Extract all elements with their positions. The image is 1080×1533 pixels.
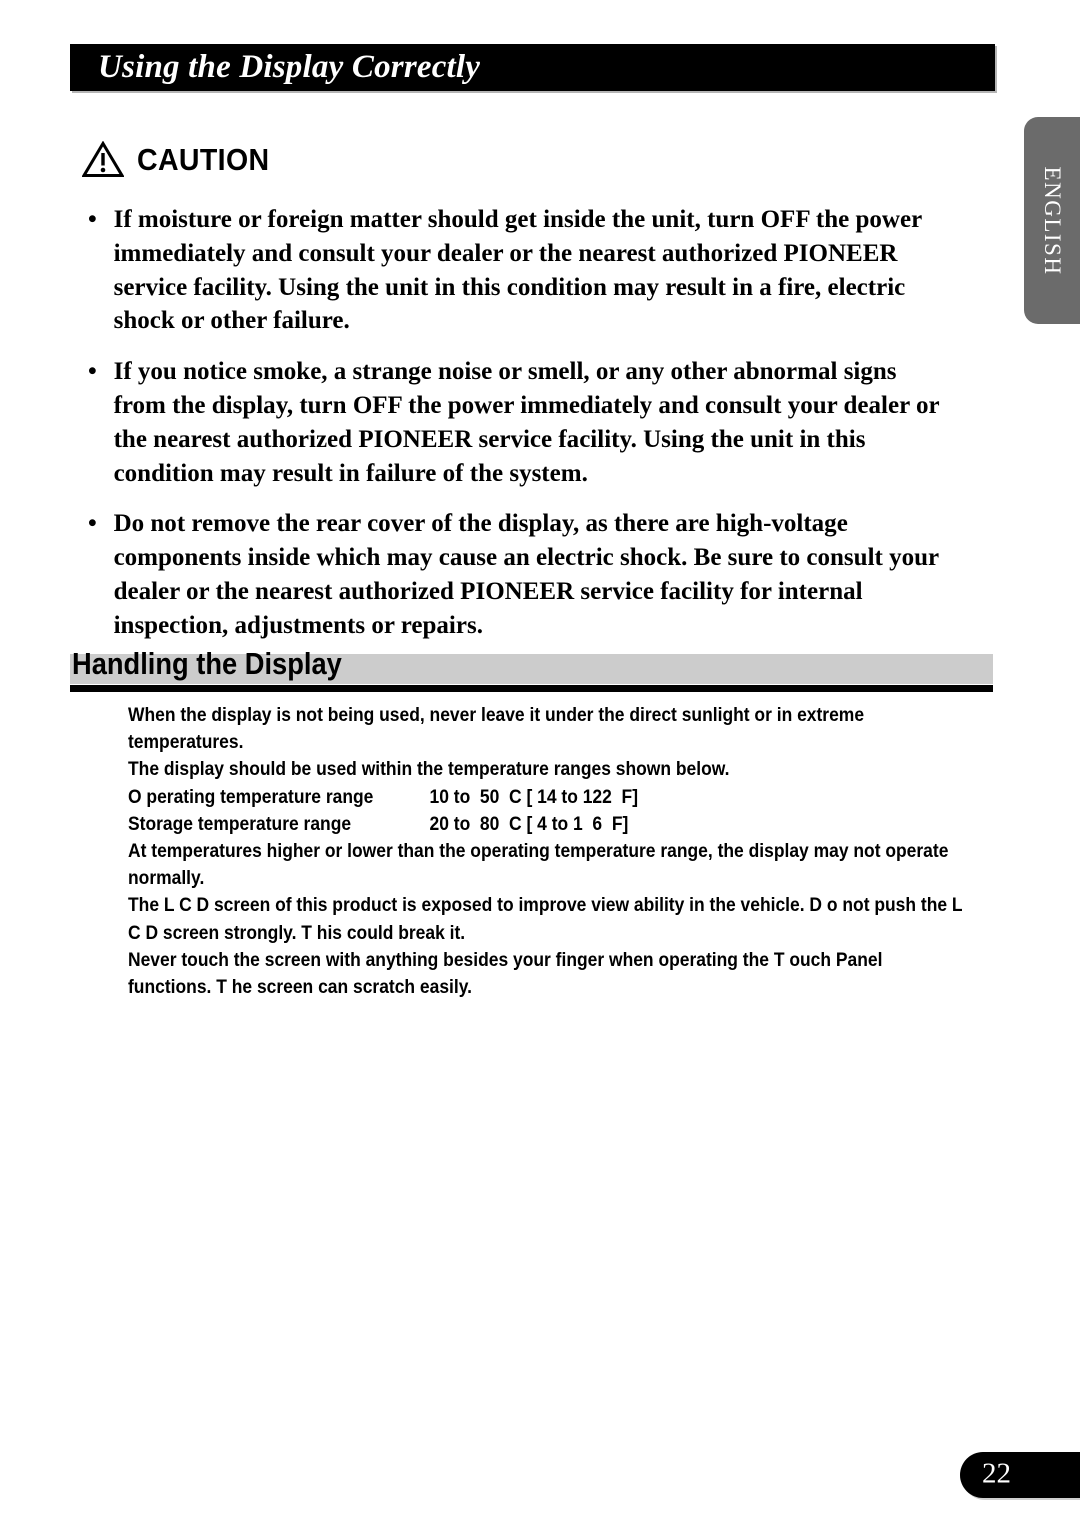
temperature-row-storage: Storage temperature range 20 to 80 C [ 4… <box>128 811 967 838</box>
caution-label: CAUTION <box>137 141 270 177</box>
temperature-label: O perating temperature range <box>128 785 374 808</box>
temperature-value: 20 to 80 C [ 4 to 1 6 F] <box>429 812 629 835</box>
section-header-rule <box>70 685 993 692</box>
page-title-bar: Using the Display Correctly <box>70 44 995 91</box>
bullet-icon: • <box>87 357 97 386</box>
caution-item: • If moisture or foreign matter should g… <box>86 203 953 338</box>
temperature-label: Storage temperature range <box>128 812 352 835</box>
bullet-icon: • <box>87 205 97 233</box>
page-number-badge: 22 <box>960 1452 1080 1498</box>
handling-paragraph-4: The L C D screen of this product is expo… <box>128 894 963 944</box>
caution-item-text: Do not remove the rear cover of the disp… <box>113 509 939 639</box>
section-title: Handling the Display <box>72 646 342 681</box>
handling-paragraph-2: The display should be used within the te… <box>128 758 730 781</box>
page-title: Using the Display Correctly <box>98 48 481 85</box>
temperature-value: 10 to 50 C [ 14 to 122 F] <box>429 785 639 808</box>
handling-paragraph-5: Never touch the screen with anything bes… <box>128 948 883 999</box>
handling-paragraph-3: At temperatures higher or lower than the… <box>128 840 949 890</box>
language-tab-english: ENGLISH <box>1024 117 1080 324</box>
caution-heading: CAUTION <box>81 140 281 178</box>
caution-item-text: If you notice smoke, a strange noise or … <box>113 357 940 487</box>
bullet-icon: • <box>87 509 97 538</box>
handling-body: When the display is not being used, neve… <box>128 702 968 1001</box>
section-header-handling-the-display: Handling the Display <box>70 646 993 692</box>
caution-item: • Do not remove the rear cover of the di… <box>86 507 953 642</box>
warning-triangle-icon <box>81 140 125 178</box>
caution-item-text: If moisture or foreign matter should get… <box>113 205 922 335</box>
caution-list: • If moisture or foreign matter should g… <box>86 203 966 643</box>
caution-item: • If you notice smoke, a strange noise o… <box>86 355 953 490</box>
language-tab-label: ENGLISH <box>1040 166 1065 275</box>
page-number: 22 <box>982 1457 1011 1490</box>
handling-paragraph-1: When the display is not being used, neve… <box>128 704 865 754</box>
temperature-row-operating: O perating temperature range 10 to 50 C … <box>128 784 967 811</box>
